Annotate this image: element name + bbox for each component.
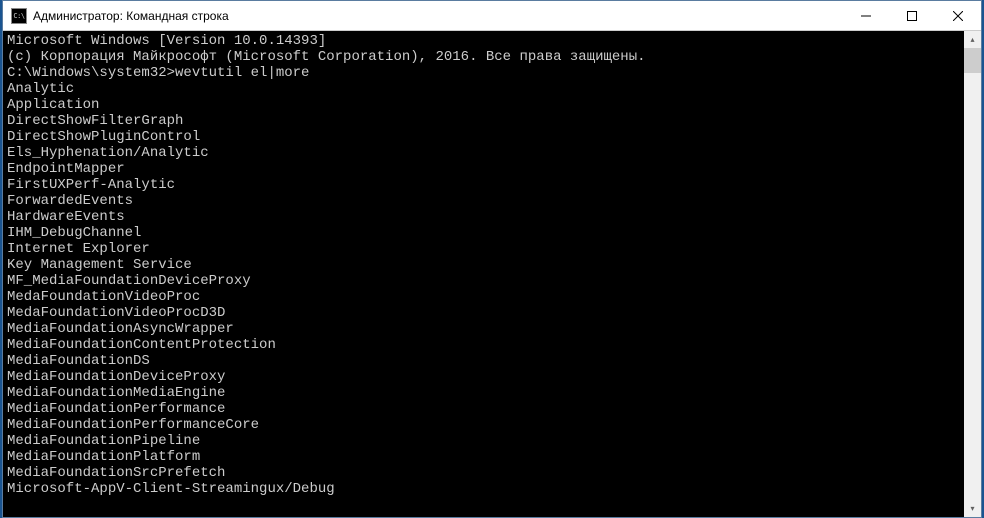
output-line: MediaFoundationDS (7, 353, 964, 369)
output-line: EndpointMapper (7, 161, 964, 177)
maximize-button[interactable] (889, 1, 935, 30)
output-line: MediaFoundationPerformance (7, 401, 964, 417)
output-line: MediaFoundationPerformanceCore (7, 417, 964, 433)
version-line: Microsoft Windows [Version 10.0.14393] (7, 33, 964, 49)
output-line: FirstUXPerf-Analytic (7, 177, 964, 193)
output-line: Key Management Service (7, 257, 964, 273)
scroll-track[interactable] (964, 48, 981, 500)
output-line: MediaFoundationSrcPrefetch (7, 465, 964, 481)
output-line: Els_Hyphenation/Analytic (7, 145, 964, 161)
output-line: MediaFoundationMediaEngine (7, 385, 964, 401)
output-line: MediaFoundationContentProtection (7, 337, 964, 353)
minimize-button[interactable] (843, 1, 889, 30)
app-icon: C:\ (11, 8, 27, 24)
output-line: Internet Explorer (7, 241, 964, 257)
titlebar[interactable]: C:\ Администратор: Командная строка (3, 1, 981, 31)
output-line: Microsoft-AppV-Client-Streamingux/Debug (7, 481, 964, 497)
output-line: Application (7, 97, 964, 113)
output-line: MediaFoundationPipeline (7, 433, 964, 449)
prompt-line: C:\Windows\system32>wevtutil el|more (7, 65, 964, 81)
close-icon (953, 11, 963, 21)
terminal-output[interactable]: Microsoft Windows [Version 10.0.14393](c… (3, 31, 964, 517)
window-controls (843, 1, 981, 30)
window-title: Администратор: Командная строка (33, 9, 843, 23)
output-line: MedaFoundationVideoProc (7, 289, 964, 305)
output-line: MediaFoundationDeviceProxy (7, 369, 964, 385)
maximize-icon (907, 11, 917, 21)
close-button[interactable] (935, 1, 981, 30)
output-line: IHM_DebugChannel (7, 225, 964, 241)
scroll-down-arrow[interactable]: ▾ (964, 500, 981, 517)
output-line: ForwardedEvents (7, 193, 964, 209)
terminal-area: Microsoft Windows [Version 10.0.14393](c… (3, 31, 981, 517)
output-line: DirectShowPluginControl (7, 129, 964, 145)
minimize-icon (861, 11, 871, 21)
copyright-line: (c) Корпорация Майкрософт (Microsoft Cor… (7, 49, 964, 65)
output-line: HardwareEvents (7, 209, 964, 225)
output-line: MF_MediaFoundationDeviceProxy (7, 273, 964, 289)
output-line: MediaFoundationAsyncWrapper (7, 321, 964, 337)
scroll-thumb[interactable] (964, 48, 981, 73)
scroll-up-arrow[interactable]: ▴ (964, 31, 981, 48)
output-line: MediaFoundationPlatform (7, 449, 964, 465)
output-line: MedaFoundationVideoProcD3D (7, 305, 964, 321)
command-prompt-window: C:\ Администратор: Командная строка Micr… (2, 0, 982, 518)
output-line: DirectShowFilterGraph (7, 113, 964, 129)
output-line: Analytic (7, 81, 964, 97)
vertical-scrollbar[interactable]: ▴ ▾ (964, 31, 981, 517)
